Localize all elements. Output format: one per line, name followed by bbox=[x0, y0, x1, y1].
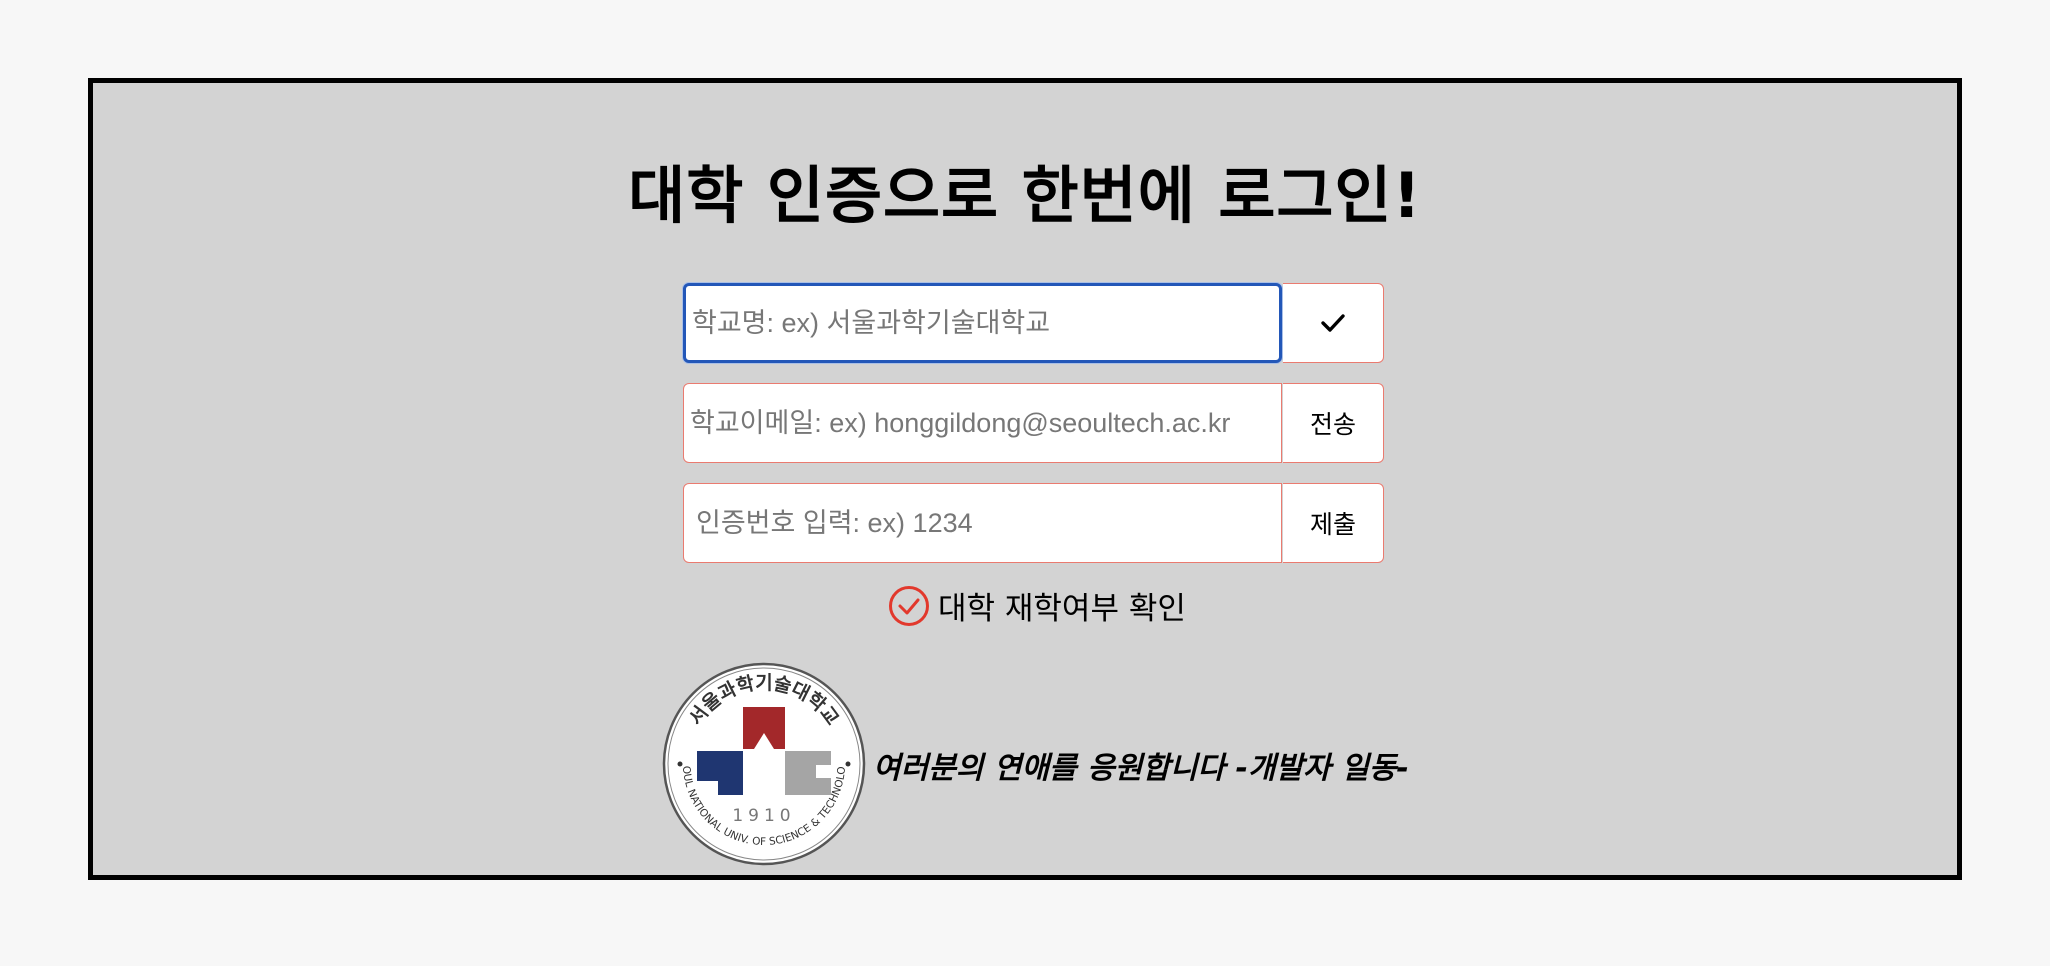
code-row: 제출 bbox=[683, 483, 1384, 563]
send-button[interactable]: 전송 bbox=[1283, 383, 1384, 463]
enrollment-status-label: 대학 재학여부 확인 bbox=[938, 591, 1186, 627]
school-row bbox=[683, 283, 1384, 363]
check-circle-icon bbox=[889, 585, 929, 626]
seal-year: 1910 bbox=[732, 806, 795, 826]
university-seal-logo: 서울과학기술대학교 SEOUL NATIONAL UNIV. OF SCIENC… bbox=[661, 661, 866, 866]
school-confirm-button[interactable] bbox=[1283, 283, 1384, 363]
school-name-input[interactable] bbox=[683, 283, 1282, 363]
verification-code-input[interactable] bbox=[683, 483, 1282, 563]
enrollment-status: 대학 재학여부 확인 bbox=[888, 583, 1186, 628]
login-panel: 대학 인증으로 한번에 로그인! 전송 제출 대학 재학여부 확인 서울과학기 bbox=[88, 78, 1962, 880]
footer-tagline: 여러분의 연애를 응원합니다 -개발자 일동- bbox=[873, 751, 1409, 786]
page-title: 대학 인증으로 한번에 로그인! bbox=[628, 159, 1422, 232]
check-icon bbox=[1321, 314, 1345, 332]
email-row: 전송 bbox=[683, 383, 1384, 463]
school-email-input[interactable] bbox=[683, 383, 1282, 463]
submit-button[interactable]: 제출 bbox=[1283, 483, 1384, 563]
